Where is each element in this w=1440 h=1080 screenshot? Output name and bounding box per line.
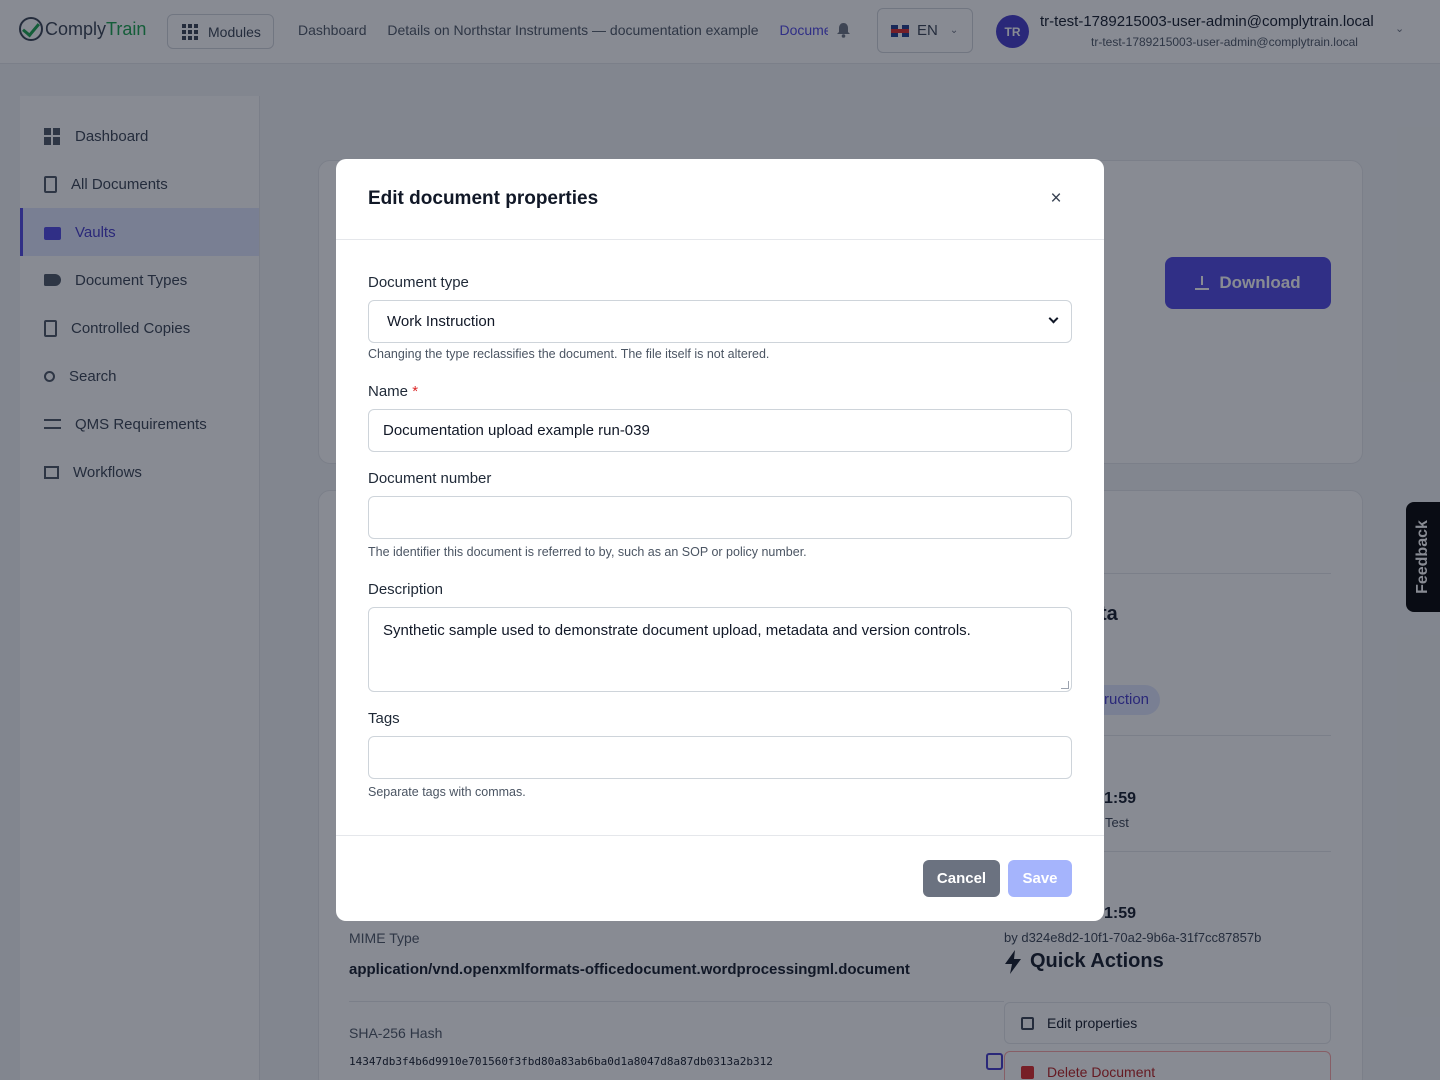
required-marker: * [412, 383, 419, 400]
document-type-label: Document type [368, 274, 469, 291]
document-number-input[interactable] [368, 496, 1072, 539]
tags-help: Separate tags with commas. [368, 785, 526, 799]
name-label-text: Name [368, 383, 409, 400]
modal-header: Edit document properties × [336, 159, 1104, 240]
document-type-select[interactable]: Work Instruction [368, 300, 1072, 343]
edit-properties-modal: Edit document properties × Document type… [336, 159, 1104, 921]
modal-footer: Cancel Save [336, 835, 1104, 921]
cancel-button[interactable]: Cancel [923, 860, 1000, 897]
description-label: Description [368, 581, 444, 598]
document-type-help: Changing the type reclassifies the docum… [368, 347, 770, 361]
tags-input[interactable] [368, 736, 1072, 779]
document-number-label: Document number [368, 470, 492, 487]
chevron-down-icon [1048, 313, 1059, 324]
save-button[interactable]: Save [1008, 860, 1072, 897]
name-label: Name * [368, 383, 418, 400]
document-type-value: Work Instruction [387, 313, 496, 330]
document-number-help: The identifier this document is referred… [368, 545, 807, 559]
description-textarea[interactable]: Synthetic sample used to demonstrate doc… [368, 607, 1072, 692]
tags-label: Tags [368, 710, 400, 727]
close-icon[interactable]: × [1045, 189, 1067, 211]
name-input[interactable] [368, 409, 1072, 452]
resize-handle-icon[interactable] [1061, 681, 1069, 689]
description-value: Synthetic sample used to demonstrate doc… [383, 622, 971, 639]
modal-title: Edit document properties [368, 188, 599, 209]
